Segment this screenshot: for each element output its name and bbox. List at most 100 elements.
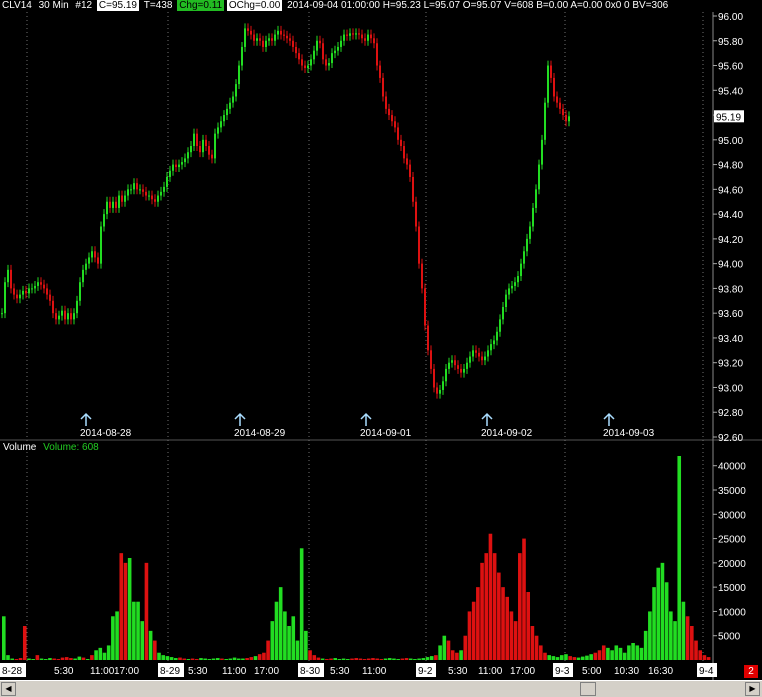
- volume-bar: [484, 553, 489, 660]
- x-tick-label: 5:00: [582, 666, 602, 677]
- volume-bar: [501, 587, 505, 660]
- price-tick-label: 94.00: [718, 260, 743, 271]
- volume-bar: [102, 652, 107, 660]
- candle-body: [268, 38, 270, 41]
- volume-bar: [215, 658, 220, 660]
- volume-bar: [73, 658, 77, 660]
- alert-badge[interactable]: 2: [744, 665, 758, 678]
- volume-bar: [656, 567, 661, 660]
- candle-body: [10, 269, 12, 289]
- volume-bar: [706, 657, 711, 660]
- volume-bar: [547, 655, 551, 660]
- volume-bar: [576, 657, 581, 660]
- volume-bar: [203, 658, 207, 660]
- volume-bar: [627, 645, 631, 660]
- volume-bar: [123, 562, 128, 660]
- candle-body: [199, 146, 201, 153]
- volume-bar: [346, 659, 350, 660]
- candle-body: [112, 201, 114, 208]
- volume-tick-label: 40000: [718, 462, 746, 473]
- candle-body: [274, 34, 276, 41]
- candle-body: [421, 263, 423, 289]
- candle-body: [346, 34, 348, 36]
- candle-body: [292, 40, 294, 47]
- candle-body: [37, 282, 39, 286]
- volume-bar: [505, 596, 510, 660]
- candle-body: [73, 313, 75, 320]
- candle-body: [304, 65, 306, 69]
- volume-bar: [425, 657, 430, 660]
- right-arrow-icon[interactable]: ▶: [745, 682, 760, 696]
- candle-body: [226, 108, 228, 116]
- volume-bar: [387, 658, 392, 660]
- candle-body: [271, 38, 273, 41]
- volume-bar: [694, 640, 698, 660]
- candle-body: [322, 43, 324, 60]
- candle-body: [70, 313, 72, 320]
- volume-bar: [77, 656, 82, 660]
- open-change-value: OChg=0.00: [226, 0, 283, 11]
- volume-bar: [643, 630, 648, 660]
- candle-body: [97, 257, 99, 264]
- candle-body: [562, 108, 564, 116]
- candle-body: [232, 96, 234, 103]
- candle-body: [337, 46, 339, 51]
- x-tick-label: 9-3: [555, 666, 570, 677]
- volume-bar: [27, 658, 31, 660]
- scrollbar-thumb[interactable]: [580, 682, 596, 696]
- candle-body: [460, 368, 462, 373]
- candle-body: [286, 35, 288, 39]
- candle-body: [85, 263, 87, 270]
- volume-bar: [614, 645, 619, 660]
- candle-body: [403, 146, 405, 159]
- candle-body: [109, 201, 111, 208]
- price-tick-label: 95.40: [718, 86, 743, 97]
- candle-body: [382, 77, 384, 97]
- candle-body: [1, 313, 3, 315]
- candle-body: [484, 356, 486, 361]
- session-arrow-icon: [603, 412, 615, 426]
- volume-bar: [81, 657, 86, 660]
- candle-body: [91, 251, 93, 258]
- candle-body: [205, 139, 207, 147]
- candle-body: [280, 30, 282, 35]
- volume-label: Volume Volume: 608: [3, 442, 99, 453]
- volume-bar: [48, 658, 52, 660]
- candle-body: [64, 310, 66, 320]
- volume-bar: [144, 562, 149, 660]
- volume-bar: [597, 650, 602, 660]
- x-tick-label: 8-28: [2, 666, 22, 677]
- candle-body: [400, 139, 402, 147]
- candle-body: [28, 288, 30, 294]
- price-tick-label: 96.00: [718, 12, 743, 23]
- candle-body: [430, 350, 432, 369]
- x-tick-label: 11:00: [478, 666, 503, 677]
- candle-body: [67, 313, 69, 320]
- x-tick-label: 17:00: [510, 666, 535, 677]
- candle-body: [229, 102, 231, 109]
- candle-body: [490, 344, 492, 351]
- candle-body: [184, 158, 186, 163]
- candle-body: [520, 263, 522, 277]
- volume-bar: [492, 553, 497, 660]
- candle-body: [466, 362, 468, 369]
- candle-body: [193, 133, 195, 147]
- candle-body: [517, 276, 519, 283]
- last-price-label: 95.19: [716, 112, 741, 123]
- horizontal-scrollbar[interactable]: ◀ ▶: [0, 680, 762, 697]
- session-date-label: 2014-08-29: [234, 428, 286, 439]
- candle-body: [169, 170, 171, 177]
- candle-body: [550, 65, 552, 78]
- x-tick-label: 8-30: [300, 666, 320, 677]
- chart-id: #12: [75, 0, 93, 11]
- candle-body: [16, 294, 18, 299]
- candle-body: [295, 46, 297, 54]
- price-volume-chart: 96.0095.8095.6095.4095.2095.0094.8094.60…: [0, 12, 762, 680]
- candle-body: [253, 34, 255, 41]
- left-arrow-icon[interactable]: ◀: [1, 682, 16, 696]
- volume-bar: [404, 658, 409, 660]
- candle-body: [328, 63, 330, 66]
- candle-body: [544, 102, 546, 140]
- volume-bar: [295, 640, 300, 660]
- candle-body: [499, 319, 501, 332]
